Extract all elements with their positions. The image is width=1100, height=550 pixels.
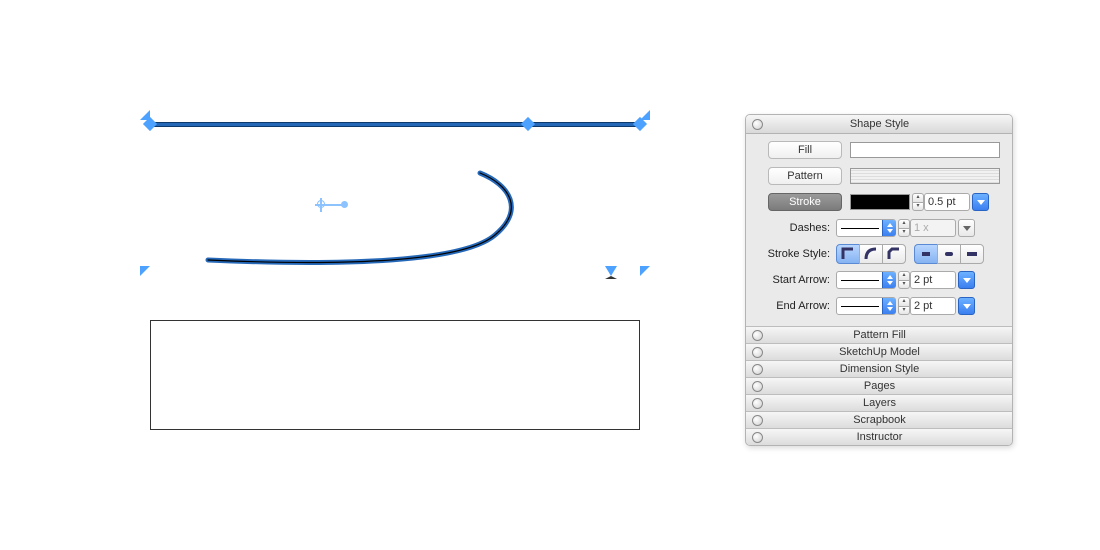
fill-toggle[interactable]: Fill <box>768 141 842 159</box>
corner-miter[interactable] <box>836 244 860 264</box>
stroke-weight-stepper[interactable]: ▴▾ <box>912 193 924 211</box>
panel-title: Shape Style <box>747 118 1012 130</box>
corner-style-segmented <box>836 244 906 264</box>
section-label: Instructor <box>747 431 1012 443</box>
section-label: Pattern Fill <box>747 329 1012 341</box>
section-label: Scrapbook <box>747 414 1012 426</box>
dash-scale-dropdown <box>958 219 975 237</box>
start-arrow-select[interactable] <box>836 271 896 289</box>
layers-section[interactable]: Layers <box>746 394 1012 411</box>
stroke-toggle[interactable]: Stroke <box>768 193 842 211</box>
start-arrow-dropdown[interactable] <box>958 271 975 289</box>
dash-scale-value: 1 x <box>914 222 929 234</box>
shape-style-body: Fill Pattern Stroke ▴▾ 0.5 pt Dashes: ▴▾… <box>746 134 1012 326</box>
end-arrow-dropdown[interactable] <box>958 297 975 315</box>
end-arrow-select[interactable] <box>836 297 896 315</box>
dashes-select[interactable] <box>836 219 896 237</box>
instructor-section[interactable]: Instructor <box>746 428 1012 445</box>
section-label: Layers <box>747 397 1012 409</box>
stroke-weight-value: 0.5 pt <box>928 196 956 208</box>
start-arrow-value: 2 pt <box>914 274 932 286</box>
curved-path-shape[interactable] <box>200 165 540 285</box>
cap-style-segmented <box>914 244 984 264</box>
scrapbook-section[interactable]: Scrapbook <box>746 411 1012 428</box>
dash-scale-field: 1 x <box>910 219 956 237</box>
pages-section[interactable]: Pages <box>746 377 1012 394</box>
drawing-canvas[interactable] <box>140 100 660 440</box>
fill-color-well[interactable] <box>850 142 1000 158</box>
sketchup-model-section[interactable]: SketchUp Model <box>746 343 1012 360</box>
selection-corner-bl[interactable] <box>140 266 150 276</box>
line-midpoint[interactable] <box>521 117 535 131</box>
start-arrow-field[interactable]: 2 pt <box>910 271 956 289</box>
corner-bevel[interactable] <box>882 244 906 264</box>
cap-square[interactable] <box>960 244 984 264</box>
cap-round[interactable] <box>937 244 961 264</box>
start-arrow-label: Start Arrow: <box>754 274 836 286</box>
selected-line-shape[interactable] <box>150 122 640 127</box>
section-label: SketchUp Model <box>747 346 1012 358</box>
corner-round[interactable] <box>859 244 883 264</box>
end-arrow-value: 2 pt <box>914 300 932 312</box>
stroke-weight-dropdown[interactable] <box>972 193 989 211</box>
pattern-toggle[interactable]: Pattern <box>768 167 842 185</box>
stroke-weight-field[interactable]: 0.5 pt <box>924 193 970 211</box>
stroke-color-well[interactable] <box>850 194 910 210</box>
selection-corner-br[interactable] <box>640 266 650 276</box>
cap-flat[interactable] <box>914 244 938 264</box>
start-arrow-stepper[interactable]: ▴▾ <box>898 271 910 289</box>
pattern-well[interactable] <box>850 168 1000 184</box>
dimension-style-section[interactable]: Dimension Style <box>746 360 1012 377</box>
inspector-panel: Shape Style Fill Pattern Stroke ▴▾ 0.5 p… <box>745 114 1013 446</box>
selection-edge-bm[interactable] <box>605 266 617 279</box>
section-label: Pages <box>747 380 1012 392</box>
pattern-fill-section[interactable]: Pattern Fill <box>746 326 1012 343</box>
rectangle-shape[interactable] <box>150 320 640 430</box>
dash-scale-stepper[interactable]: ▴▾ <box>898 219 910 237</box>
shape-style-header[interactable]: Shape Style <box>746 115 1012 134</box>
end-arrow-stepper[interactable]: ▴▾ <box>898 297 910 315</box>
end-arrow-label: End Arrow: <box>754 300 836 312</box>
section-label: Dimension Style <box>747 363 1012 375</box>
end-arrow-field[interactable]: 2 pt <box>910 297 956 315</box>
stroke-style-label: Stroke Style: <box>754 248 836 260</box>
dashes-label: Dashes: <box>754 222 836 234</box>
